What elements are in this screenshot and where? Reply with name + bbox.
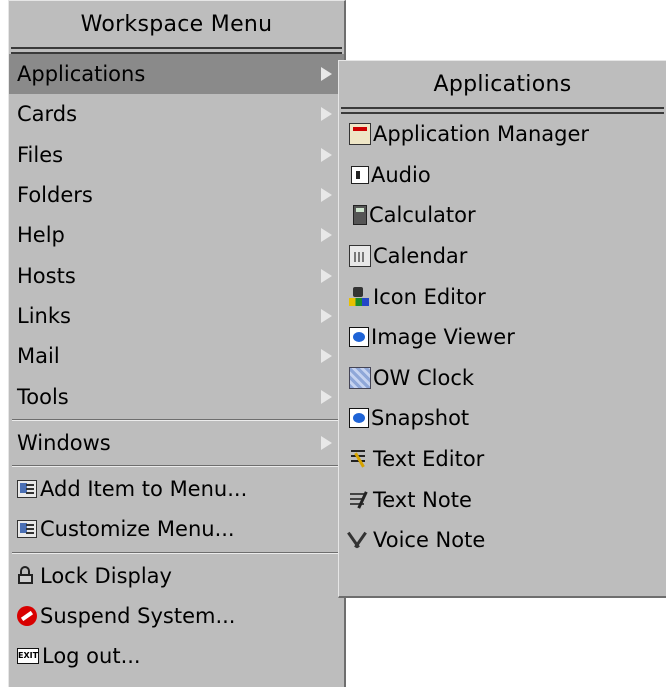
menu-item-folders[interactable]: Folders <box>9 175 344 215</box>
menu-item-audio[interactable]: Audio <box>339 155 666 196</box>
menu-item-calendar[interactable]: Calendar <box>339 236 666 277</box>
menu-item-suspend-system[interactable]: Suspend System... <box>9 596 344 636</box>
menu-item-voice-note[interactable]: Voice Note <box>339 520 666 561</box>
menu-item-label: Log out... <box>42 644 141 669</box>
menu-item-label: Text Editor <box>373 447 485 472</box>
applications-submenu: Applications Application Manager Audio C… <box>338 60 666 598</box>
menu-item-label: OW Clock <box>373 365 475 390</box>
menu-item-label: Lock Display <box>40 563 172 588</box>
menu-item-label: Cards <box>17 102 78 127</box>
submenu-arrow-icon <box>321 308 332 323</box>
menu-separator <box>12 418 341 421</box>
menu-item-label: Add Item to Menu... <box>40 477 248 502</box>
snapshot-icon <box>349 408 369 429</box>
title-separator <box>11 47 342 54</box>
menu-item-label: Files <box>17 142 64 167</box>
menu-item-label: Hosts <box>17 263 76 288</box>
menu-item-label: Audio <box>371 162 431 187</box>
menu-item-label: Voice Note <box>373 528 486 553</box>
menu-item-text-editor[interactable]: Text Editor <box>339 439 666 480</box>
submenu-arrow-icon <box>321 349 332 364</box>
menu-item-label: Folders <box>17 183 93 208</box>
menu-item-label: Application Manager <box>373 122 590 147</box>
menu-item-label: Applications <box>17 62 146 87</box>
submenu-arrow-icon <box>321 228 332 243</box>
menu-item-add-item-to-menu[interactable]: Add Item to Menu... <box>9 469 344 509</box>
menu-item-hosts[interactable]: Hosts <box>9 255 344 295</box>
submenu-arrow-icon <box>321 435 332 450</box>
text-editor-icon <box>349 448 371 470</box>
applications-menu-title: Applications <box>433 71 572 97</box>
submenu-arrow-icon <box>321 107 332 122</box>
menu-item-label: Icon Editor <box>373 284 486 309</box>
menu-item-label: Suspend System... <box>40 604 236 628</box>
lock-icon <box>17 565 37 586</box>
suspend-icon <box>17 606 37 626</box>
menu-item-image-viewer[interactable]: Image Viewer <box>339 317 666 358</box>
menu-item-label: Calculator <box>369 203 476 228</box>
submenu-arrow-icon <box>321 67 332 82</box>
menu-item-files[interactable]: Files <box>9 135 344 175</box>
menu-item-icon-editor[interactable]: Icon Editor <box>339 276 666 317</box>
menu-item-calculator[interactable]: Calculator <box>339 195 666 236</box>
menu-item-text-note[interactable]: Text Note <box>339 479 666 520</box>
exit-icon: EXIT <box>17 648 39 665</box>
submenu-arrow-icon <box>321 147 332 162</box>
submenu-arrow-icon <box>321 268 332 283</box>
calendar-icon <box>349 245 371 268</box>
menu-item-label: Mail <box>17 344 60 369</box>
menu-item-label: Help <box>17 223 65 248</box>
menu-item-log-out[interactable]: EXIT Log out... <box>9 636 344 676</box>
menu-item-label: Snapshot <box>371 406 470 431</box>
menu-item-label: Customize Menu... <box>40 517 235 542</box>
title-separator <box>341 107 664 114</box>
menu-item-applications[interactable]: Applications <box>9 54 344 95</box>
menu-item-help[interactable]: Help <box>9 215 344 255</box>
menu-item-label: Windows <box>17 430 111 455</box>
menu-item-snapshot[interactable]: Snapshot <box>339 398 666 439</box>
image-viewer-icon <box>349 327 369 348</box>
workspace-menu-title: Workspace Menu <box>80 11 273 37</box>
menu-item-mail[interactable]: Mail <box>9 336 344 376</box>
voice-note-icon <box>349 529 371 551</box>
icon-editor-icon <box>349 286 371 308</box>
text-note-icon <box>349 489 371 511</box>
menu-item-application-manager[interactable]: Application Manager <box>339 114 666 155</box>
menu-item-label: Image Viewer <box>371 325 515 350</box>
clock-icon <box>349 366 371 389</box>
menu-item-label: Calendar <box>373 244 468 269</box>
menu-separator <box>12 551 341 554</box>
menu-separator <box>12 464 341 467</box>
menu-item-label: Links <box>17 303 71 328</box>
application-manager-icon <box>349 123 371 146</box>
submenu-arrow-icon <box>321 389 332 404</box>
submenu-arrow-icon <box>321 188 332 203</box>
menu-item-cards[interactable]: Cards <box>9 94 344 134</box>
menu-item-lock-display[interactable]: Lock Display <box>9 556 344 596</box>
menu-item-label: Tools <box>17 384 69 409</box>
menu-item-label: Text Note <box>373 487 472 512</box>
audio-icon <box>351 165 369 184</box>
workspace-menu-icon <box>17 520 37 539</box>
menu-item-tools[interactable]: Tools <box>9 376 344 416</box>
menu-item-windows[interactable]: Windows <box>9 423 344 463</box>
menu-item-customize-menu[interactable]: Customize Menu... <box>9 509 344 549</box>
workspace-menu-icon <box>17 480 37 499</box>
calculator-icon <box>353 205 367 226</box>
workspace-menu: Workspace Menu Applications Cards Files … <box>8 0 346 687</box>
menu-item-ow-clock[interactable]: OW Clock <box>339 358 666 399</box>
menu-item-links[interactable]: Links <box>9 296 344 336</box>
